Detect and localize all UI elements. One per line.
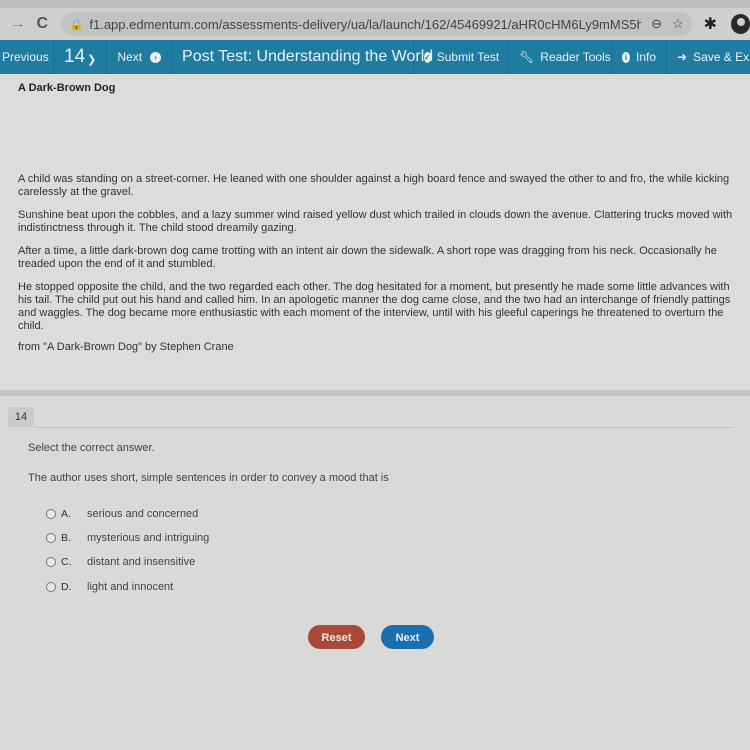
question-number: 14 (64, 46, 86, 67)
question-number-dropdown[interactable]: 14 ❯ (54, 40, 108, 74)
previous-button[interactable]: Previous (0, 40, 54, 74)
radio-button[interactable] (46, 533, 56, 543)
answer-option-b[interactable]: B. mysterious and intriguing (46, 532, 209, 544)
option-text: light and innocent (87, 581, 174, 593)
submit-test-button[interactable]: ✓ Submit Test (414, 40, 510, 74)
reset-button[interactable]: Reset (308, 625, 365, 649)
radio-button[interactable] (46, 509, 56, 519)
reader-tools-label: Reader Tools (540, 50, 611, 64)
question-prompt: The author uses short, simple sentences … (28, 472, 389, 484)
info-button[interactable]: i Info (612, 40, 668, 74)
radio-button[interactable] (46, 582, 56, 592)
save-exit-label: Save & Ex (693, 50, 750, 64)
extensions-puzzle-icon[interactable]: ✱ (704, 14, 717, 34)
next-toolbar-button[interactable]: Next › (107, 40, 173, 74)
passage-source: from "A Dark-Brown Dog" by Stephen Crane (18, 341, 234, 353)
info-circle-icon: i (622, 51, 631, 63)
previous-label: Previous (2, 50, 49, 64)
answer-option-d[interactable]: D. light and innocent (46, 581, 173, 593)
option-letter: A. (61, 508, 71, 520)
option-text: serious and concerned (87, 508, 199, 520)
bookmark-star-icon[interactable]: ☆ (672, 16, 684, 32)
passage-paragraph: A child was standing on a street-corner.… (18, 173, 730, 198)
answer-option-c[interactable]: C. distant and insensitive (46, 556, 195, 568)
wrench-icon: 🔧︎ (519, 50, 535, 64)
radio-button[interactable] (46, 557, 56, 567)
assessment-toolbar: Previous 14 ❯ Next › Post Test: Understa… (0, 40, 750, 74)
reader-tools-button[interactable]: 🔧︎ Reader Tools (509, 40, 613, 74)
next-label: Next (117, 50, 143, 64)
browser-address-bar: → C 🔒 f1.app.edmentum.com/assessments-de… (0, 8, 750, 40)
question-instruction: Select the correct answer. (28, 442, 155, 454)
submit-label: Submit Test (436, 50, 500, 64)
option-letter: D. (61, 581, 72, 593)
passage-paragraph: After a time, a little dark-brown dog ca… (18, 245, 717, 270)
reload-icon[interactable]: C (31, 15, 54, 33)
passage-paragraph: He stopped opposite the child, and the t… (18, 281, 731, 332)
option-letter: B. (61, 532, 71, 544)
lock-icon: 🔒 (69, 18, 84, 31)
option-letter: C. (61, 556, 72, 568)
answer-option-a[interactable]: A. serious and concerned (46, 508, 198, 520)
profile-avatar-icon[interactable] (731, 14, 750, 34)
test-title-text: Post Test: Understanding the World (182, 48, 434, 65)
chevron-down-icon: ❯ (87, 53, 97, 66)
url-field[interactable]: 🔒 f1.app.edmentum.com/assessments-delive… (61, 12, 692, 36)
test-title: Post Test: Understanding the World (172, 40, 433, 74)
passage-title: A Dark-Brown Dog (18, 82, 116, 94)
question-number-badge: 14 (8, 407, 34, 427)
url-text[interactable]: f1.app.edmentum.com/assessments-delivery… (89, 17, 641, 32)
save-exit-button[interactable]: ➜ Save & Ex (667, 40, 750, 74)
forward-arrow-icon[interactable]: → (8, 15, 27, 33)
zoom-icon[interactable]: ⊖ (651, 16, 662, 32)
check-circle-icon: ✓ (424, 51, 431, 63)
info-label: Info (636, 50, 657, 64)
sign-out-icon: ➜ (677, 50, 688, 64)
next-button[interactable]: Next (381, 625, 434, 649)
arrow-right-circle-icon: › (150, 51, 162, 63)
browser-tab-strip (0, 0, 750, 8)
option-text: mysterious and intriguing (87, 532, 210, 544)
divider (34, 427, 734, 428)
passage-paragraph: Sunshine beat upon the cobbles, and a la… (18, 209, 733, 234)
option-text: distant and insensitive (87, 556, 196, 568)
